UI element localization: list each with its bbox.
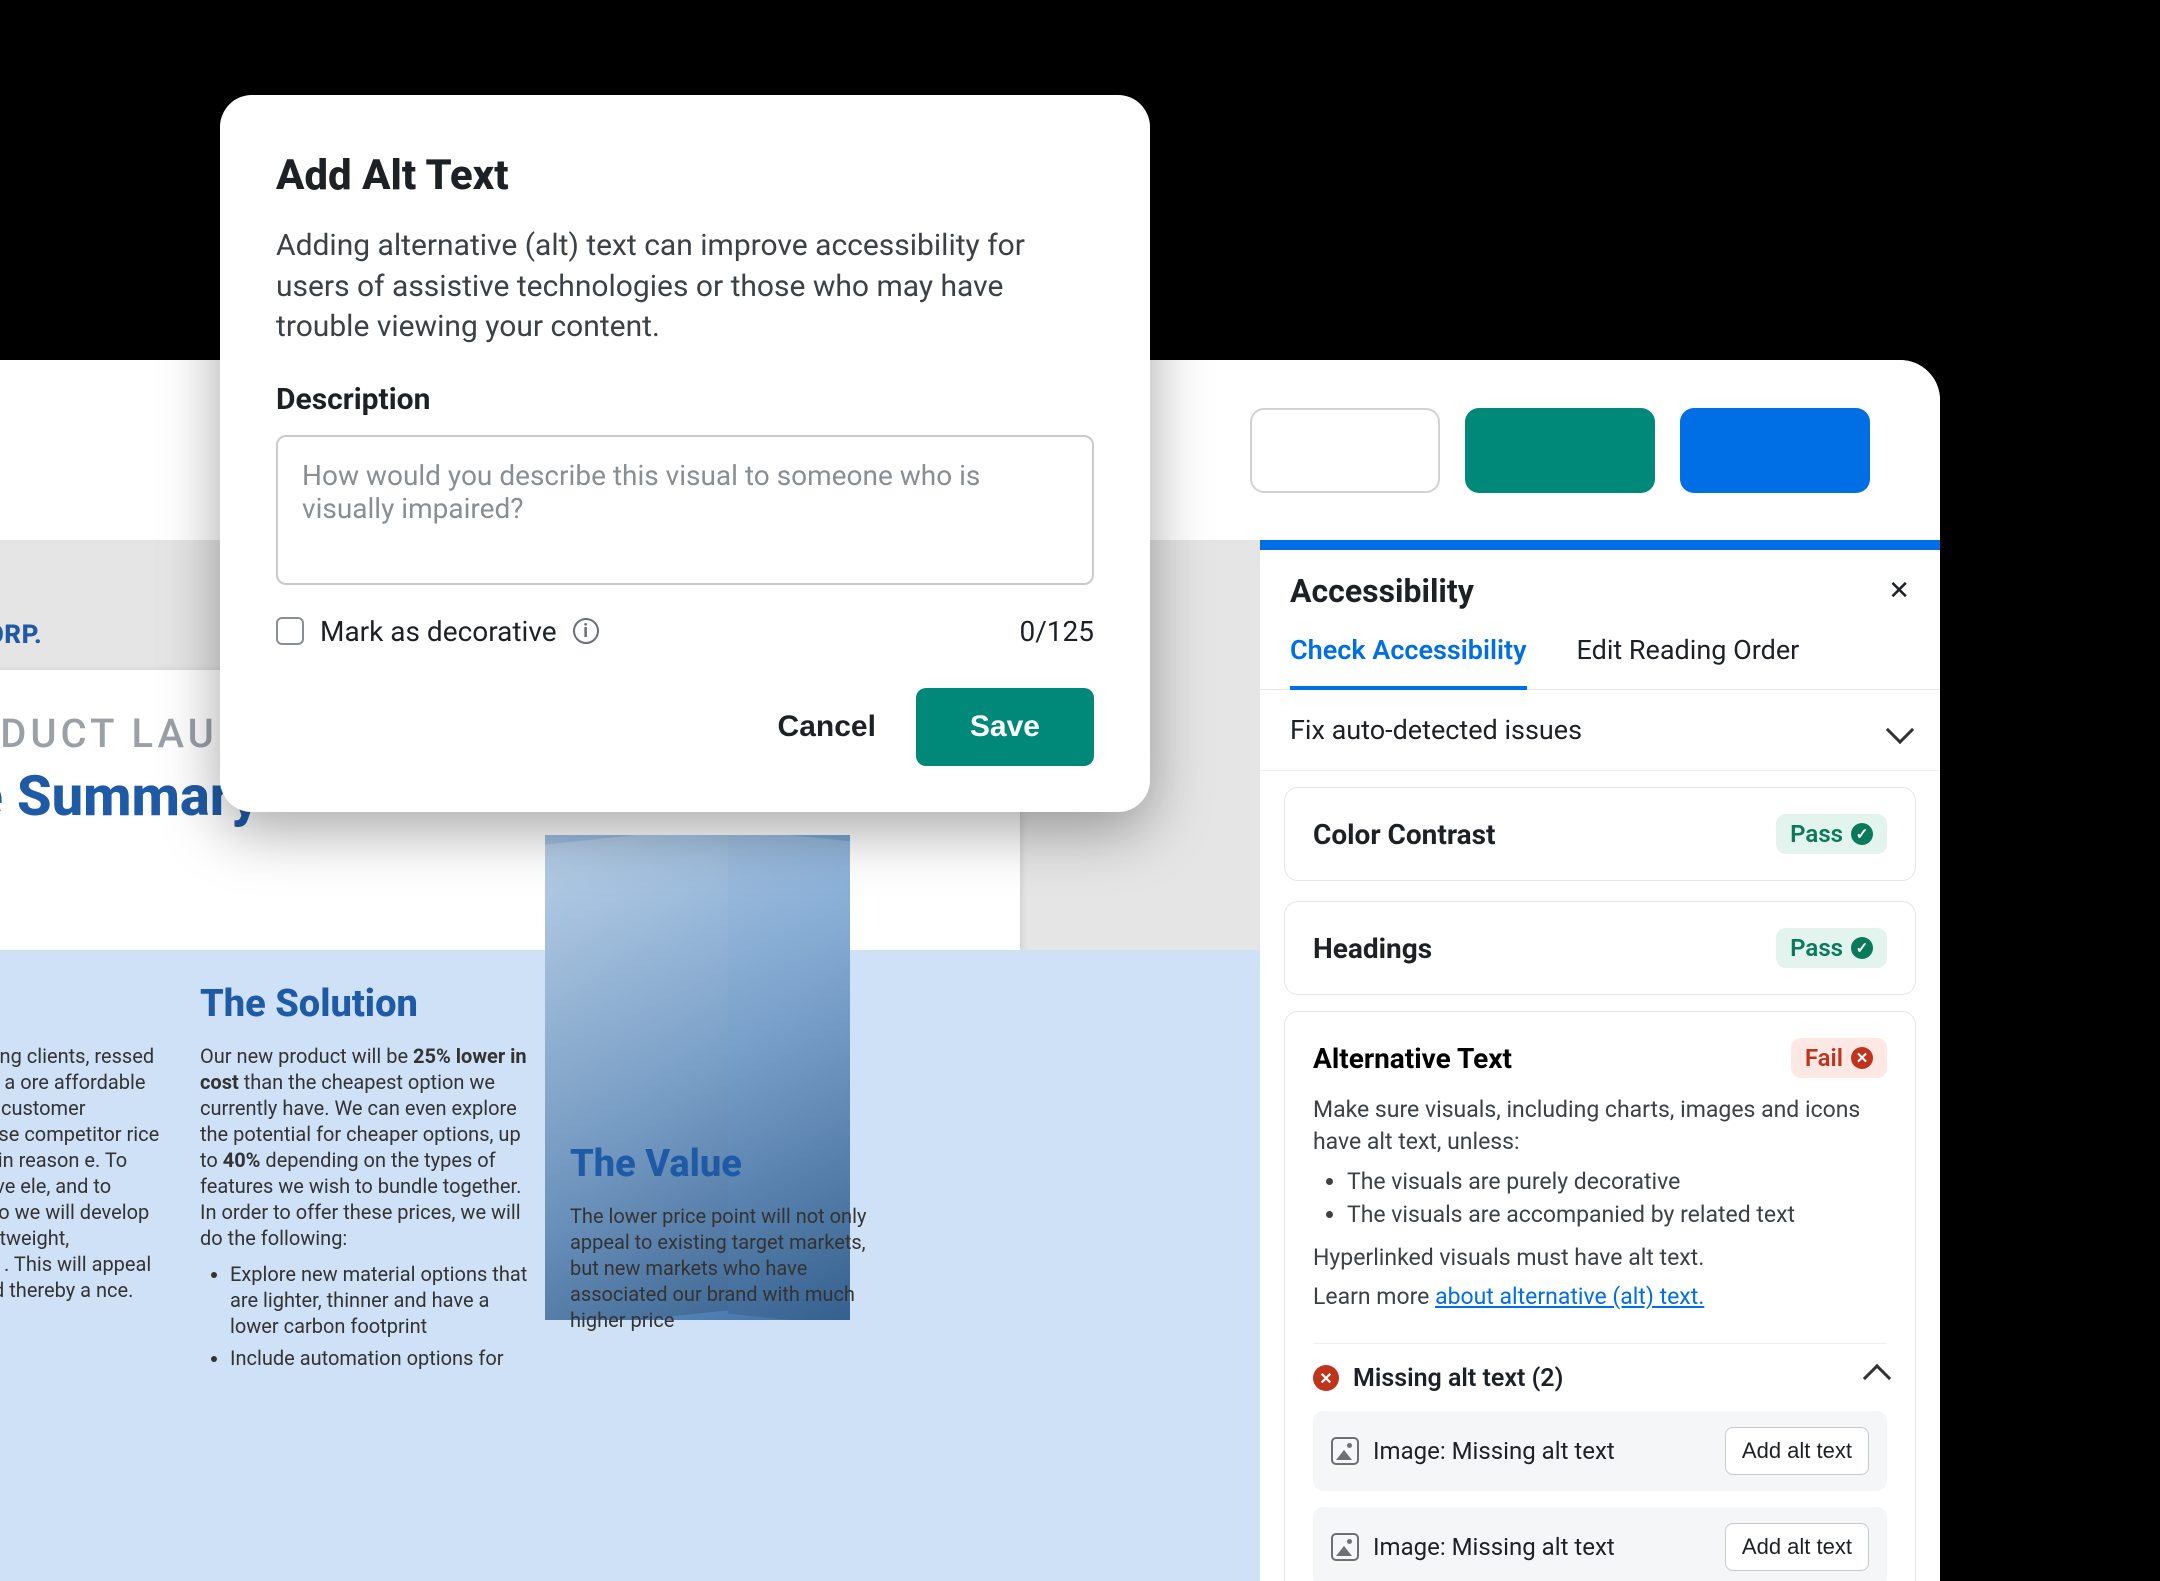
- toolbar-button-outline[interactable]: [1250, 408, 1440, 493]
- issue-item: Image: Missing alt text Add alt text: [1313, 1411, 1887, 1491]
- column-value-text: The lower price point will not only appe…: [570, 1203, 880, 1333]
- decorative-label: Mark as decorative: [320, 615, 557, 648]
- column-problem-heading: blem: [0, 980, 160, 1029]
- check-icon: ✓: [1851, 823, 1873, 845]
- modal-title: Add Alt Text: [276, 151, 1094, 200]
- description-textarea[interactable]: [276, 435, 1094, 585]
- add-alt-text-button[interactable]: Add alt text: [1725, 1523, 1869, 1571]
- check-icon: ✓: [1851, 937, 1873, 959]
- company-name: ASS CORP.: [0, 620, 42, 650]
- status-badge-fail: Fail ✕: [1791, 1038, 1887, 1078]
- alt-bullet-2: The visuals are accompanied by related t…: [1347, 1201, 1887, 1228]
- image-icon: [1331, 1437, 1359, 1465]
- decorative-checkbox[interactable]: [276, 617, 304, 645]
- fix-issues-label: Fix auto-detected issues: [1290, 714, 1582, 746]
- x-icon: ✕: [1851, 1047, 1873, 1069]
- chevron-down-icon: [1886, 716, 1914, 744]
- alt-text-description: Make sure visuals, including charts, ima…: [1313, 1094, 1887, 1158]
- solution-bullet-1: Explore new material options that are li…: [230, 1261, 530, 1339]
- chevron-up-icon: [1863, 1364, 1891, 1392]
- issue-label: Image: Missing alt text: [1373, 1533, 1615, 1561]
- panel-title: Accessibility: [1290, 572, 1474, 610]
- fix-issues-row[interactable]: Fix auto-detected issues: [1260, 690, 1940, 771]
- issue-item: Image: Missing alt text Add alt text: [1313, 1507, 1887, 1581]
- save-button[interactable]: Save: [916, 688, 1094, 766]
- toolbar-button-blue[interactable]: [1680, 408, 1870, 493]
- column-solution: The Solution Our new product will be 25%…: [200, 980, 530, 1377]
- column-value: The Value The lower price point will not…: [570, 980, 880, 1377]
- alt-hyperlinked-note: Hyperlinked visuals must have alt text.: [1313, 1242, 1887, 1274]
- check-name: Alternative Text: [1313, 1042, 1512, 1075]
- info-icon[interactable]: i: [573, 618, 599, 644]
- check-card-headings[interactable]: Headings Pass ✓: [1284, 901, 1916, 995]
- close-icon[interactable]: ✕: [1888, 576, 1910, 606]
- cancel-button[interactable]: Cancel: [778, 710, 876, 744]
- add-alt-text-button[interactable]: Add alt text: [1725, 1427, 1869, 1475]
- column-value-heading: The Value: [570, 1140, 880, 1189]
- modal-help-text: Adding alternative (alt) text can improv…: [276, 226, 1066, 348]
- column-problem: blem with existing clients, ressed a nee…: [0, 980, 160, 1377]
- status-badge-pass: Pass ✓: [1776, 814, 1887, 854]
- panel-tabs: Check Accessibility Edit Reading Order: [1260, 620, 1940, 690]
- add-alt-text-modal: Add Alt Text Adding alternative (alt) te…: [220, 95, 1150, 812]
- tab-edit-reading-order[interactable]: Edit Reading Order: [1577, 620, 1800, 689]
- status-badge-pass: Pass ✓: [1776, 928, 1887, 968]
- character-count: 0/125: [1020, 615, 1095, 648]
- error-icon: ✕: [1313, 1365, 1339, 1391]
- accessibility-panel: Accessibility ✕ Check Accessibility Edit…: [1260, 540, 1940, 1581]
- solution-bullet-2: Include automation options for: [230, 1345, 530, 1371]
- issue-label: Image: Missing alt text: [1373, 1437, 1615, 1465]
- toolbar-button-teal[interactable]: [1465, 408, 1655, 493]
- check-name: Headings: [1313, 932, 1432, 965]
- check-card-alternative-text: Alternative Text Fail ✕ Make sure visual…: [1284, 1011, 1916, 1581]
- learn-more-link[interactable]: about alternative (alt) text.: [1435, 1283, 1704, 1310]
- alt-bullet-1: The visuals are purely decorative: [1347, 1168, 1887, 1195]
- column-solution-text: Our new product will be 25% lower in cos…: [200, 1043, 530, 1251]
- missing-alt-text-label: Missing alt text (2): [1353, 1364, 1563, 1393]
- missing-alt-text-header[interactable]: ✕ Missing alt text (2): [1313, 1343, 1887, 1393]
- check-name: Color Contrast: [1313, 818, 1496, 851]
- description-label: Description: [276, 382, 1094, 417]
- tab-check-accessibility[interactable]: Check Accessibility: [1290, 620, 1527, 690]
- column-solution-heading: The Solution: [200, 980, 530, 1029]
- learn-more-prefix: Learn more: [1313, 1283, 1435, 1310]
- check-card-color-contrast[interactable]: Color Contrast Pass ✓: [1284, 787, 1916, 881]
- column-problem-text: with existing clients, ressed a need for…: [0, 1043, 160, 1303]
- image-icon: [1331, 1533, 1359, 1561]
